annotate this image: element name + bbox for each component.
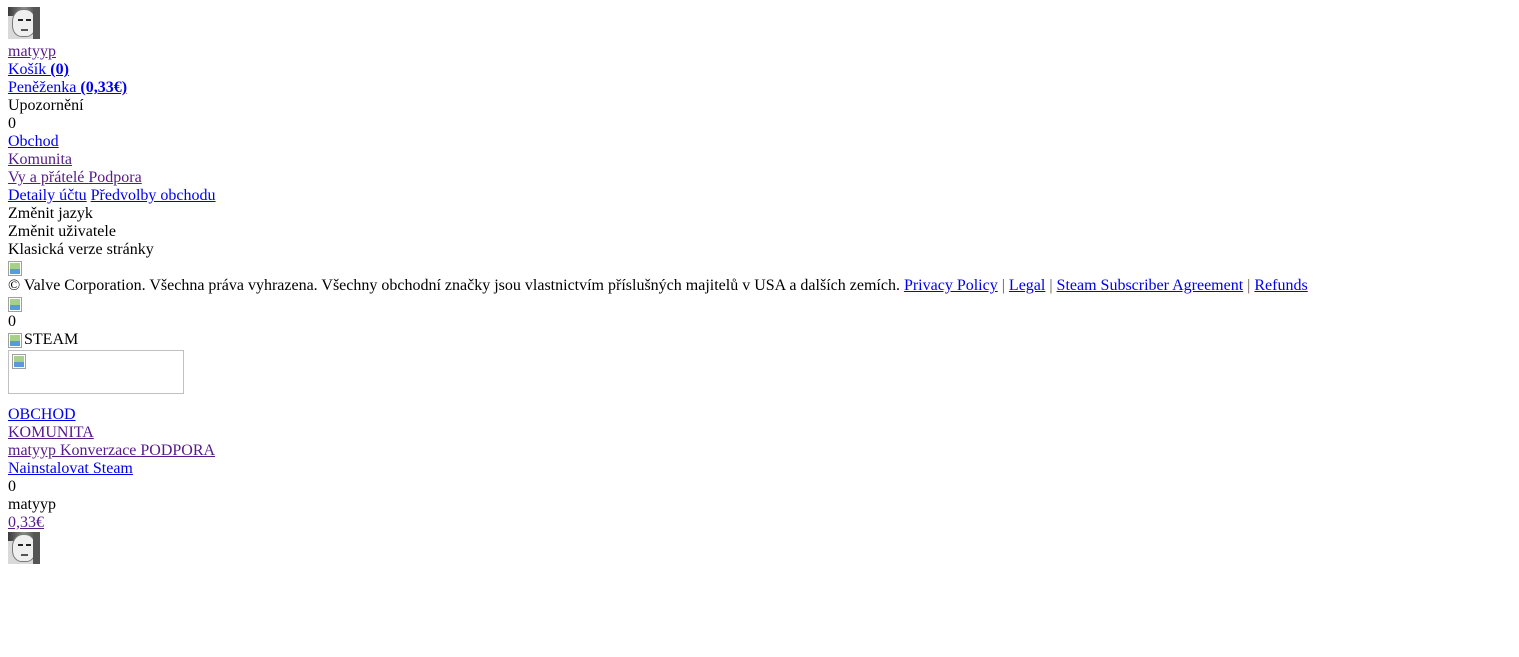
menu-you-and-friends-link[interactable]: Vy a přátelé	[8, 169, 84, 186]
notifications-label[interactable]: Upozornění	[8, 97, 1511, 115]
refunds-link[interactable]: Refunds	[1254, 277, 1307, 294]
mobile-nav-user-link[interactable]: matyyp	[8, 442, 56, 459]
menu-support-link[interactable]: Podpora	[84, 169, 141, 186]
wallet-label: Peněženka	[8, 79, 81, 96]
steam-logo-alt-text: STEAM	[24, 331, 79, 348]
footer-separator: |	[1001, 277, 1005, 294]
mobile-nav-conversations-link[interactable]: Konverzace	[56, 442, 136, 459]
menu-support-label: Podpora	[88, 169, 142, 186]
install-steam-link[interactable]: Nainstalovat Steam	[8, 460, 133, 477]
mobile-nav-conversations-label: Konverzace	[60, 442, 137, 459]
username-link[interactable]: matyyp	[8, 43, 56, 60]
cart-link[interactable]: Košík (0)	[8, 61, 69, 78]
footer-separator: |	[1247, 277, 1251, 294]
ssa-link[interactable]: Steam Subscriber Agreement	[1057, 277, 1244, 294]
change-language-item[interactable]: Změnit jazyk	[8, 205, 1511, 223]
classic-version-item[interactable]: Klasická verze stránky	[8, 241, 1511, 259]
broken-image-icon[interactable]	[8, 297, 24, 313]
mobile-profile-name: matyyp	[8, 496, 56, 513]
account-details-link[interactable]: Detaily účtu	[8, 187, 87, 204]
footer-separator: |	[1049, 277, 1053, 294]
mobile-nav-community-link[interactable]: KOMUNITA	[8, 424, 94, 441]
broken-image-icon	[8, 333, 24, 349]
mobile-nav-support-link[interactable]: PODPORA	[136, 442, 215, 459]
wallet-link[interactable]: Peněženka (0,33€)	[8, 79, 127, 96]
avatar-link[interactable]	[8, 7, 40, 39]
legal-link[interactable]: Legal	[1009, 277, 1045, 294]
footer-legal: © Valve Corporation. Všechna práva vyhra…	[8, 277, 1511, 295]
wallet-balance-link[interactable]: 0,33€	[8, 514, 44, 531]
privacy-policy-link[interactable]: Privacy Policy	[904, 277, 998, 294]
cart-count: (0)	[50, 61, 69, 78]
change-user-item[interactable]: Změnit uživatele	[8, 223, 1511, 241]
cart-label: Košík	[8, 61, 51, 78]
menu-community-link[interactable]: Komunita	[8, 151, 72, 168]
image-placeholder	[8, 350, 184, 394]
broken-image-icon	[12, 354, 28, 370]
steam-logo[interactable]: STEAM	[8, 331, 78, 349]
mobile-count-badge: 0	[8, 478, 16, 495]
page: matyyp Košík (0) Peněženka (0,33€) Upozo…	[0, 0, 1519, 564]
mobile-nav-store-link[interactable]: OBCHOD	[8, 406, 76, 423]
copyright-text: © Valve Corporation. Všechna práva vyhra…	[8, 277, 900, 294]
notifications-count: 0	[8, 115, 16, 132]
mobile-notification-count: 0	[8, 313, 16, 330]
menu-store-link[interactable]: Obchod	[8, 133, 59, 150]
store-preferences-link[interactable]: Předvolby obchodu	[91, 187, 216, 204]
wallet-amount: (0,33€)	[80, 79, 128, 96]
mobile-nav-support-label: PODPORA	[140, 442, 216, 459]
broken-image-icon	[8, 261, 24, 277]
avatar-link-mobile[interactable]	[8, 532, 40, 564]
